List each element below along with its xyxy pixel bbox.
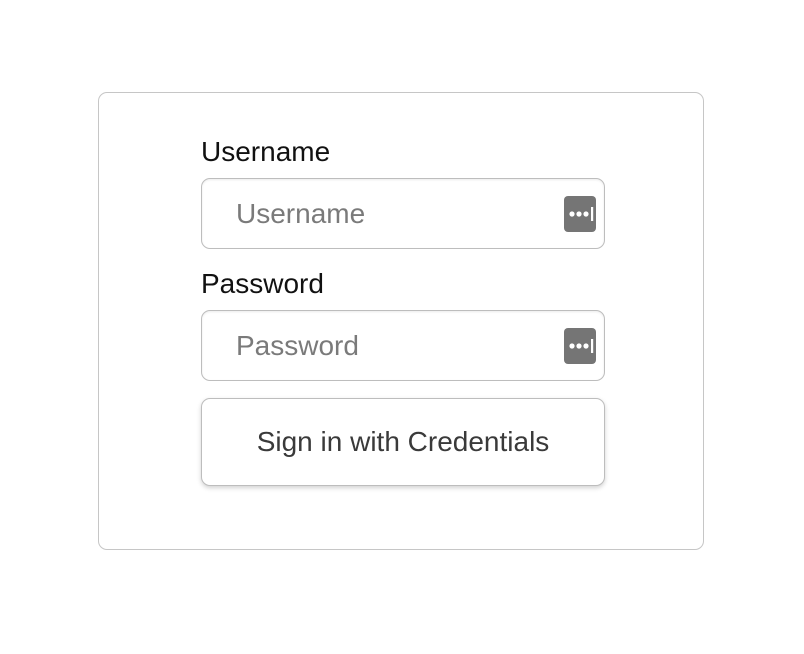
password-input[interactable] [202, 311, 604, 380]
password-manager-icon[interactable] [564, 328, 596, 364]
password-field-container [201, 310, 605, 381]
sign-in-with-credentials-button[interactable]: Sign in with Credentials [201, 398, 605, 486]
username-label: Username [201, 136, 331, 167]
username-field-container [201, 178, 605, 249]
password-manager-icon[interactable] [564, 196, 596, 232]
login-card: Username Password [98, 92, 704, 550]
password-label: Password [201, 268, 324, 299]
username-input[interactable] [202, 179, 604, 248]
